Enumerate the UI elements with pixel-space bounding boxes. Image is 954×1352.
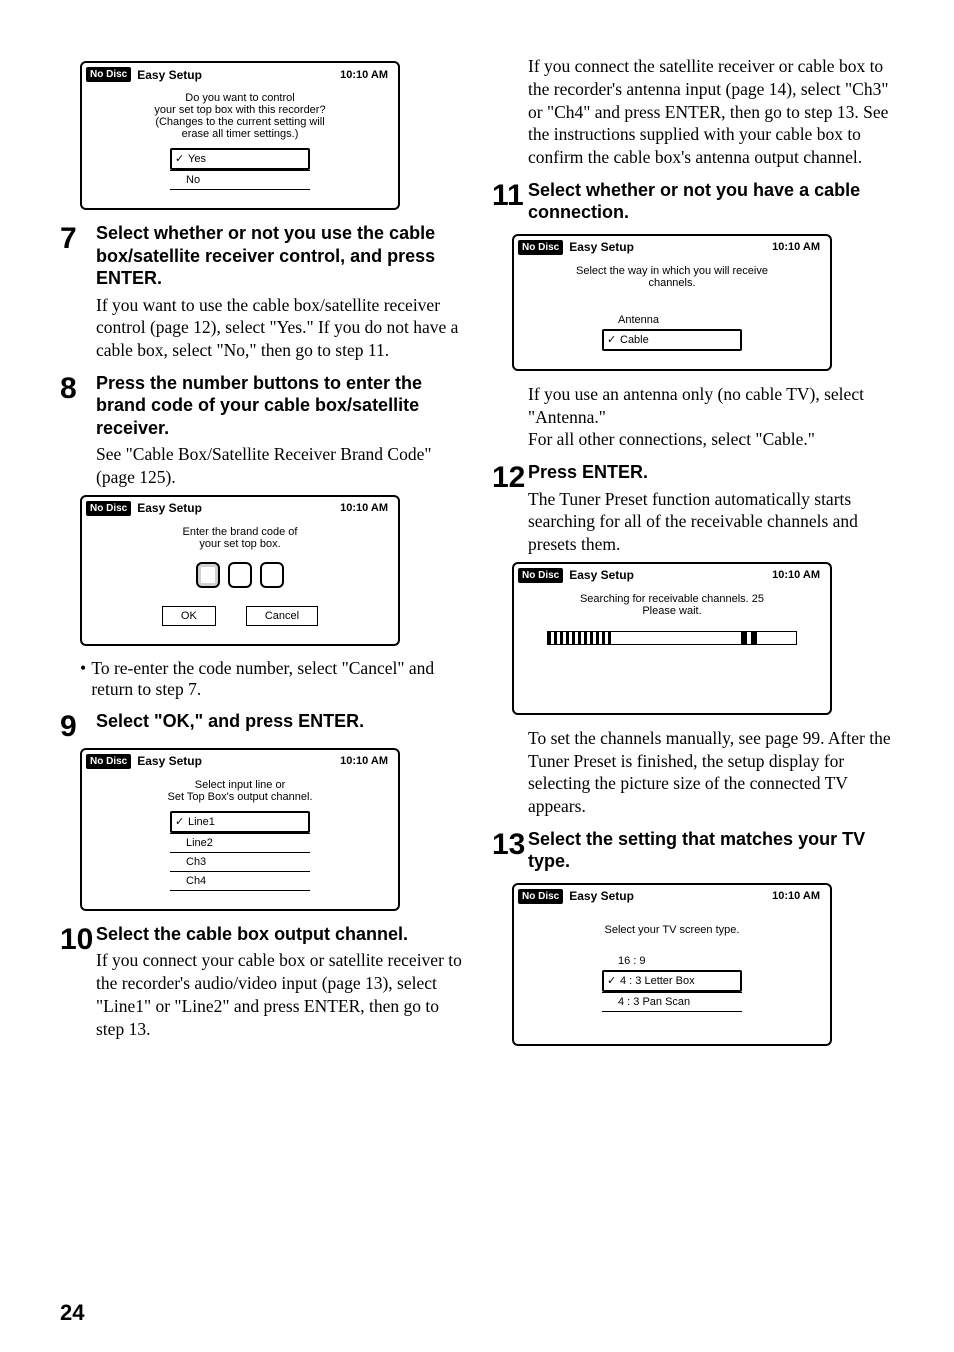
dialog-text: channels. xyxy=(522,277,822,289)
step-number: 13 xyxy=(492,828,528,877)
option-yes[interactable]: Yes xyxy=(170,148,310,170)
step-heading: Select the setting that matches your TV … xyxy=(528,828,894,873)
step-13: 13 Select the setting that matches your … xyxy=(492,828,894,877)
dialog-text: (Changes to the current setting will xyxy=(90,116,390,128)
step-10-continued: If you connect the satellite receiver or… xyxy=(528,55,894,169)
step-body: See "Cable Box/Satellite Receiver Brand … xyxy=(96,443,462,489)
dialog-title: Easy Setup xyxy=(137,754,340,768)
dialog-text: Enter the brand code of xyxy=(90,526,390,538)
step-number: 9 xyxy=(60,710,96,742)
bullet-text: To re-enter the code number, select "Can… xyxy=(91,658,462,700)
step-7: 7 Select whether or not you use the cabl… xyxy=(60,222,462,362)
progress-fill xyxy=(548,632,612,644)
option-ch3[interactable]: Ch3 xyxy=(170,852,310,871)
step-heading: Select whether or not you have a cable c… xyxy=(528,179,894,224)
dialog-title: Easy Setup xyxy=(137,501,340,515)
dialog-time: 10:10 AM xyxy=(772,241,820,253)
dialog-title: Easy Setup xyxy=(569,568,772,582)
dialog-control-settop: No Disc Easy Setup 10:10 AM Do you want … xyxy=(80,61,400,210)
step-11: 11 Select whether or not you have a cabl… xyxy=(492,179,894,228)
page-number: 24 xyxy=(60,1300,84,1326)
step-heading: Select "OK," and press ENTER. xyxy=(96,710,462,733)
ok-button[interactable]: OK xyxy=(162,606,216,626)
option-4-3-panscan[interactable]: 4 : 3 Pan Scan xyxy=(602,992,742,1012)
nodisc-badge: No Disc xyxy=(86,67,131,82)
progress-segment xyxy=(751,632,757,644)
dialog-searching: No Disc Easy Setup 10:10 AM Searching fo… xyxy=(512,562,832,715)
code-digit-1[interactable] xyxy=(196,562,220,588)
step-heading: Press ENTER. xyxy=(528,461,894,484)
step-number: 11 xyxy=(492,179,528,228)
step-heading: Select whether or not you use the cable … xyxy=(96,222,462,290)
option-no[interactable]: No xyxy=(170,170,310,190)
nodisc-badge: No Disc xyxy=(518,889,563,904)
dialog-text: Select the way in which you will receive xyxy=(522,265,822,277)
dialog-text: Searching for receivable channels. 25 xyxy=(522,593,822,605)
dialog-time: 10:10 AM xyxy=(340,69,388,81)
step-heading: Select the cable box output channel. xyxy=(96,923,462,946)
bullet-reenter-code: • To re-enter the code number, select "C… xyxy=(80,658,462,700)
nodisc-badge: No Disc xyxy=(86,754,131,769)
step-12-body2: To set the channels manually, see page 9… xyxy=(528,727,894,818)
option-line1[interactable]: Line1 xyxy=(170,811,310,833)
step-body: The Tuner Preset function automatically … xyxy=(528,488,894,556)
dialog-text: Please wait. xyxy=(522,605,822,617)
option-antenna[interactable]: Antenna xyxy=(602,311,742,329)
step-12: 12 Press ENTER. The Tuner Preset functio… xyxy=(492,461,894,556)
nodisc-badge: No Disc xyxy=(518,568,563,583)
step-number: 12 xyxy=(492,461,528,556)
option-16-9[interactable]: 16 : 9 xyxy=(602,952,742,970)
option-4-3-letterbox[interactable]: 4 : 3 Letter Box xyxy=(602,970,742,992)
dialog-tv-type: No Disc Easy Setup 10:10 AM Select your … xyxy=(512,883,832,1046)
dialog-antenna-cable: No Disc Easy Setup 10:10 AM Select the w… xyxy=(512,234,832,371)
step-body: If you connect your cable box or satelli… xyxy=(96,949,462,1040)
dialog-input-line: No Disc Easy Setup 10:10 AM Select input… xyxy=(80,748,400,911)
step-10: 10 Select the cable box output channel. … xyxy=(60,923,462,1041)
nodisc-badge: No Disc xyxy=(518,240,563,255)
bullet-dot: • xyxy=(80,658,91,700)
option-ch4[interactable]: Ch4 xyxy=(170,871,310,891)
step-heading: Press the number buttons to enter the br… xyxy=(96,372,462,440)
progress-segment xyxy=(741,632,747,644)
nodisc-badge: No Disc xyxy=(86,501,131,516)
dialog-time: 10:10 AM xyxy=(772,569,820,581)
option-cable[interactable]: Cable xyxy=(602,329,742,351)
code-digit-3[interactable] xyxy=(260,562,284,588)
step-number: 10 xyxy=(60,923,96,1041)
step-11-body: If you use an antenna only (no cable TV)… xyxy=(528,383,894,451)
code-digit-2[interactable] xyxy=(228,562,252,588)
dialog-text: your set top box with this recorder? xyxy=(90,104,390,116)
cancel-button[interactable]: Cancel xyxy=(246,606,318,626)
dialog-brand-code: No Disc Easy Setup 10:10 AM Enter the br… xyxy=(80,495,400,646)
dialog-time: 10:10 AM xyxy=(340,755,388,767)
dialog-text: Select your TV screen type. xyxy=(522,924,822,936)
dialog-title: Easy Setup xyxy=(569,240,772,254)
dialog-text: your set top box. xyxy=(90,538,390,550)
dialog-text: Do you want to control xyxy=(90,92,390,104)
dialog-time: 10:10 AM xyxy=(772,890,820,902)
step-body: If you want to use the cable box/satelli… xyxy=(96,294,462,362)
dialog-text: Select input line or xyxy=(90,779,390,791)
dialog-text: erase all timer settings.) xyxy=(90,128,390,140)
dialog-title: Easy Setup xyxy=(569,889,772,903)
step-8: 8 Press the number buttons to enter the … xyxy=(60,372,462,489)
step-9: 9 Select "OK," and press ENTER. xyxy=(60,710,462,742)
step-number: 7 xyxy=(60,222,96,362)
step-number: 8 xyxy=(60,372,96,489)
dialog-title: Easy Setup xyxy=(137,68,340,82)
dialog-text: Set Top Box's output channel. xyxy=(90,791,390,803)
progress-bar xyxy=(547,631,797,645)
dialog-time: 10:10 AM xyxy=(340,502,388,514)
option-line2[interactable]: Line2 xyxy=(170,833,310,852)
